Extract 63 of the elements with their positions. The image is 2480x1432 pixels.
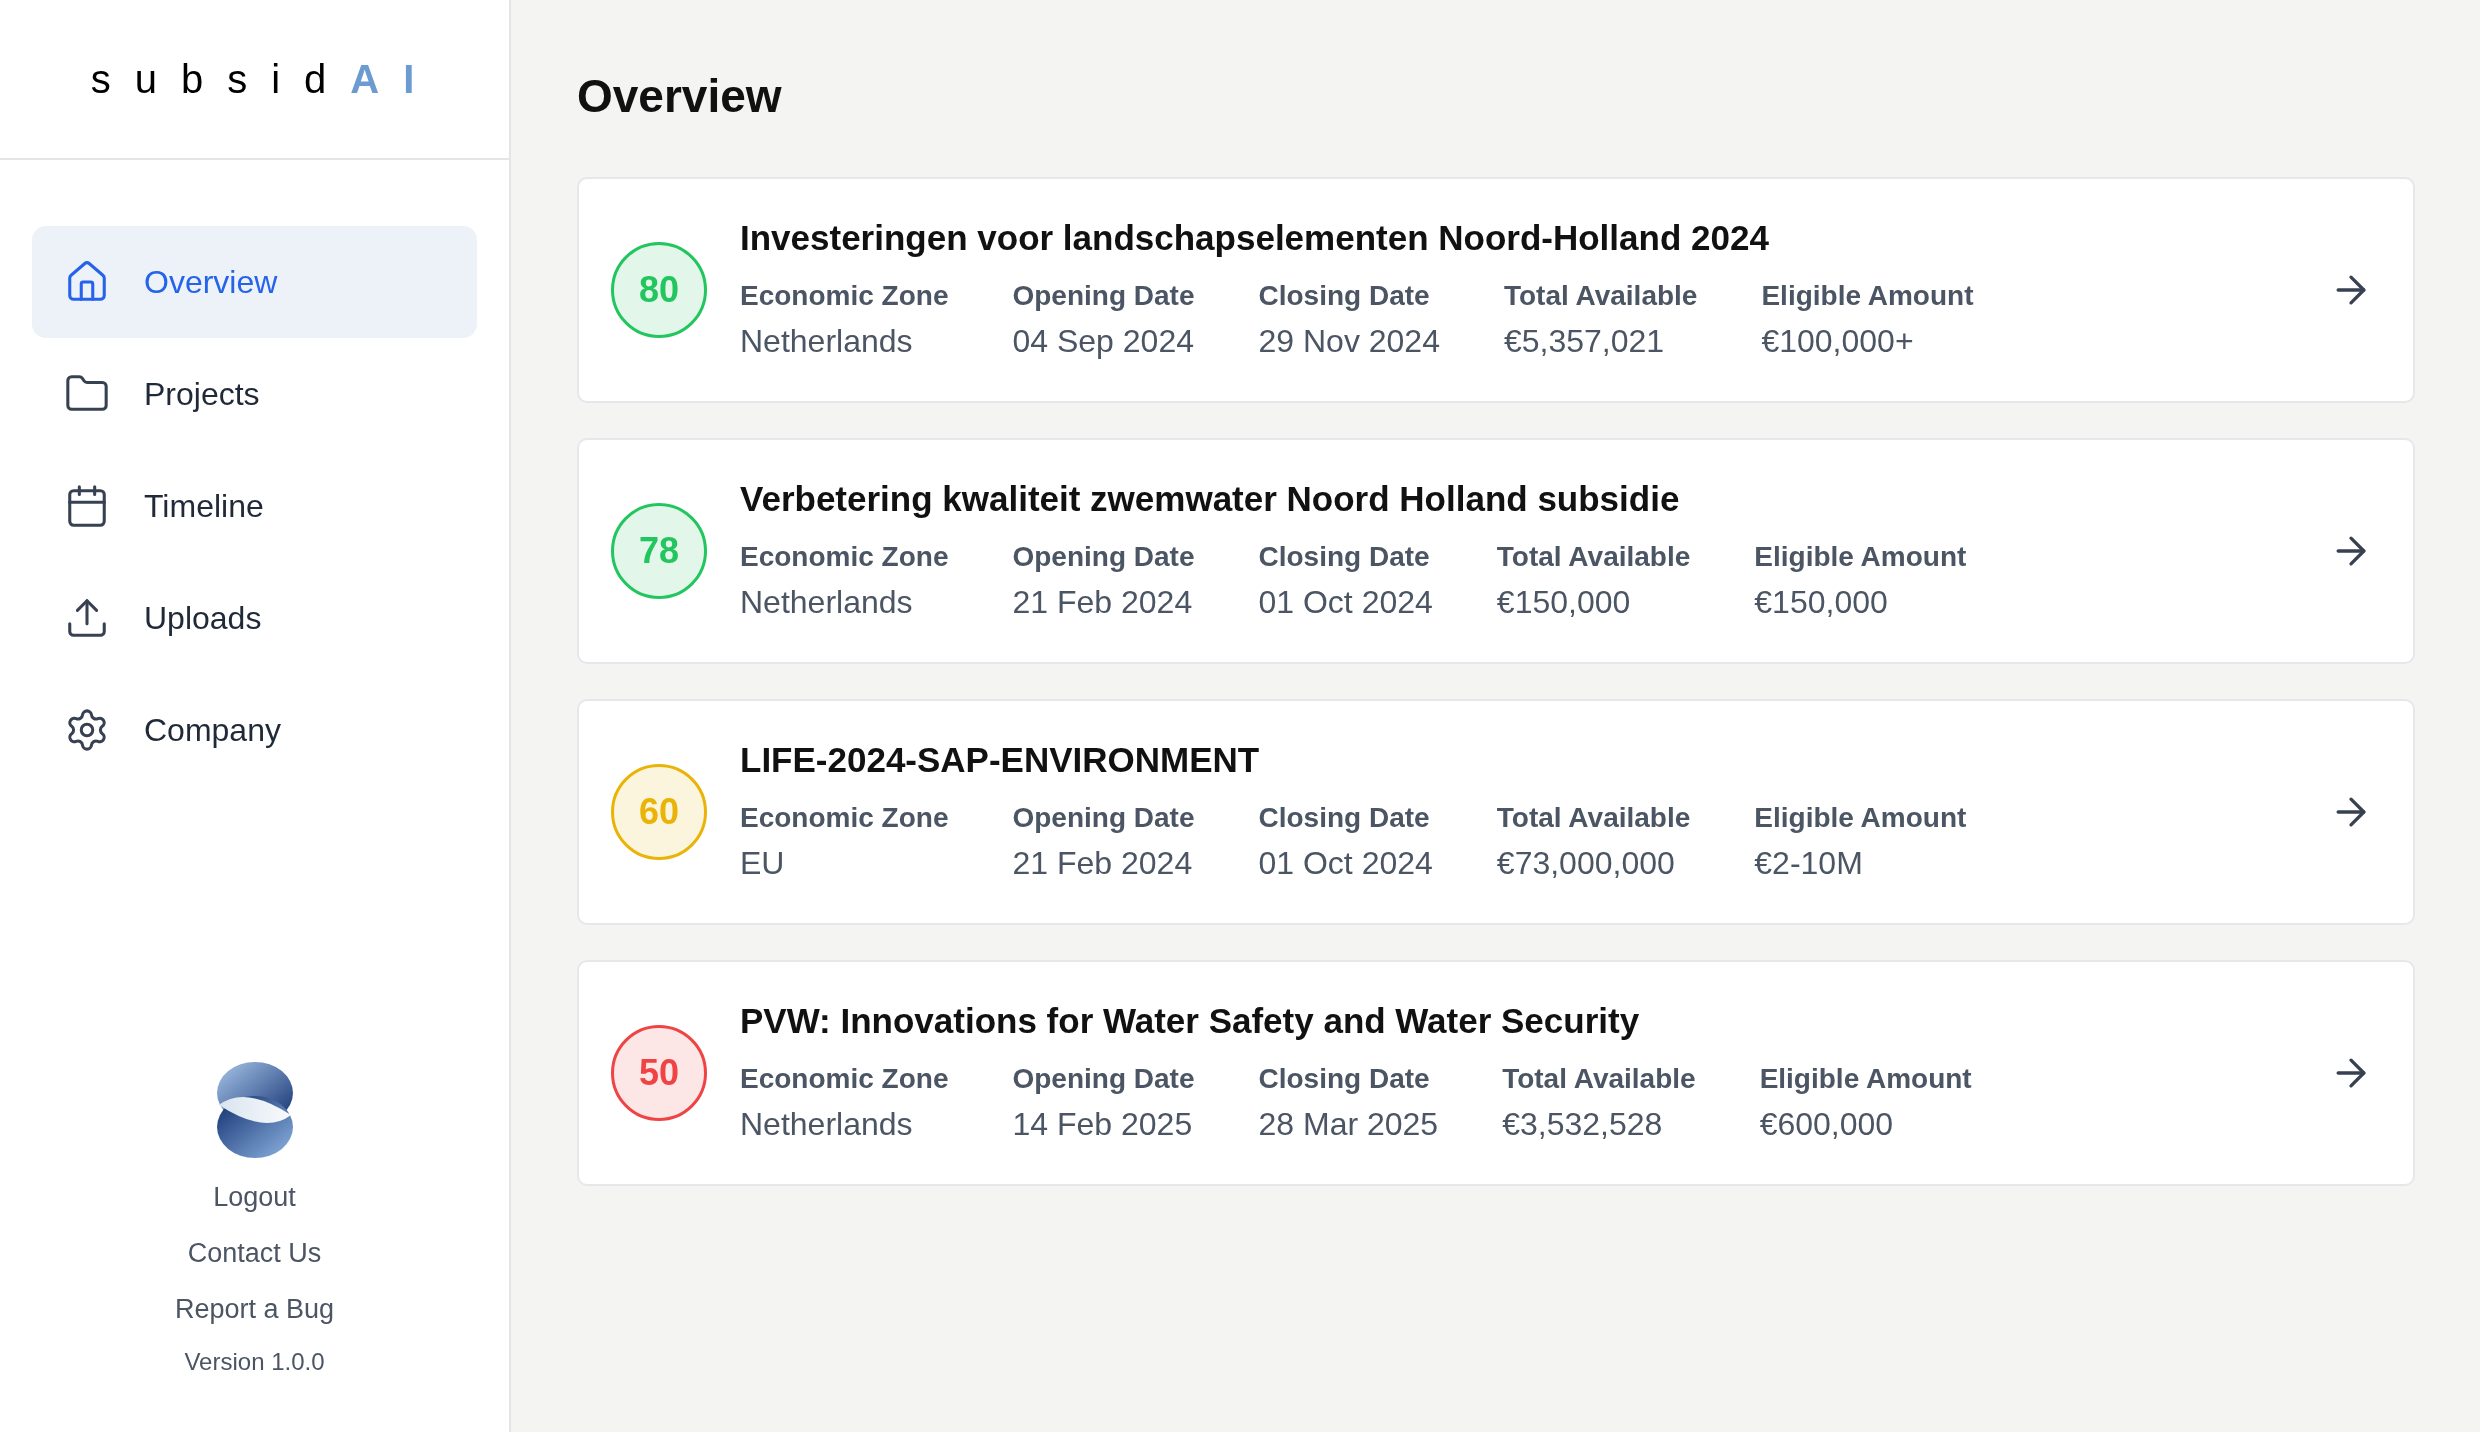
field-label: Closing Date: [1258, 1062, 1430, 1096]
field-label: Economic Zone: [740, 540, 949, 574]
field-value: Netherlands: [740, 583, 913, 622]
nav-item[interactable]: Uploads: [32, 562, 477, 674]
score-badge: 78: [611, 503, 707, 599]
page-title: Overview: [577, 69, 782, 124]
brand-wordmark: subsid AI: [89, 56, 439, 103]
grant-title: Verbetering kwaliteit zwemwater Noord Holland subsidie: [740, 478, 1680, 520]
grant-title: Investeringen voor landschapselementen Noord-Holland 2024: [740, 217, 1769, 259]
footer-link[interactable]: Report a Bug: [174, 1292, 335, 1326]
field-label: Opening Date: [1012, 1062, 1195, 1096]
field-value: €2-10M: [1754, 844, 1863, 883]
field-value: 21 Feb 2024: [1012, 844, 1193, 883]
field-value: €73,000,000: [1496, 844, 1675, 883]
nav-item[interactable]: Company: [32, 674, 477, 786]
field-label: Eligible Amount: [1754, 801, 1967, 835]
field-label: Closing Date: [1258, 540, 1430, 574]
field-label: Total Available: [1502, 1062, 1696, 1096]
field-value: 21 Feb 2024: [1012, 583, 1193, 622]
footer-link[interactable]: Contact Us: [187, 1236, 322, 1270]
score-badge: 60: [611, 764, 707, 860]
field-value: 01 Oct 2024: [1258, 583, 1433, 622]
field-value: 04 Sep 2024: [1012, 322, 1194, 361]
field-value: 14 Feb 2025: [1012, 1105, 1193, 1144]
grant-title: LIFE-2024-SAP-ENVIRONMENT: [740, 739, 1260, 781]
version-label: Version 1.0.0: [184, 1347, 325, 1377]
grant-card[interactable]: 50 PVW: Innovations for Water Safety and Water Security Economic Zone Netherlands Opening Date 14 Feb 2025 Closing Date 28 Mar 2025 Total Available €3,532,528 Eligible Amount €600,000: [577, 960, 2415, 1186]
score-badge: 50: [611, 1025, 707, 1121]
grant-card[interactable]: 80 Investeringen voor landschapselementen Noord-Holland 2024 Economic Zone Netherlands Opening Date 04 Sep 2024 Closing Date 29 Nov 2024 Total Available €5,357,021 Eligible Amount €100,000+: [577, 177, 2415, 403]
field-label: Economic Zone: [740, 1062, 949, 1096]
field-value: Netherlands: [740, 1105, 913, 1144]
field-label: Opening Date: [1012, 801, 1195, 835]
grant-title: PVW: Innovations for Water Safety and Water Security: [740, 1000, 1640, 1042]
field-label: Total Available: [1496, 540, 1691, 574]
field-value: 01 Oct 2024: [1258, 844, 1433, 883]
field-label: Opening Date: [1012, 540, 1195, 574]
field-label: Total Available: [1503, 279, 1698, 313]
grant-card[interactable]: 60 LIFE-2024-SAP-ENVIRONMENT Economic Zone EU Opening Date 21 Feb 2024 Closing Date 01 Oct 2024 Total Available €73,000,000 Eligible Amount €2-10M: [577, 699, 2415, 925]
nav-item[interactable]: Overview: [32, 226, 477, 338]
field-label: Economic Zone: [740, 279, 949, 313]
field-value: 29 Nov 2024: [1258, 322, 1440, 361]
nav-item[interactable]: Timeline: [32, 450, 477, 562]
field-value: €600,000: [1759, 1105, 1894, 1144]
field-value: €3,532,528: [1502, 1105, 1663, 1144]
field-value: €5,357,021: [1503, 322, 1665, 361]
field-value: EU: [740, 844, 785, 883]
field-label: Eligible Amount: [1759, 1062, 1972, 1096]
field-value: €150,000: [1754, 583, 1888, 622]
field-label: Total Available: [1496, 801, 1691, 835]
field-value: €100,000+: [1761, 322, 1914, 361]
field-label: Eligible Amount: [1761, 279, 1974, 313]
field-value: Netherlands: [740, 322, 913, 361]
field-value: €150,000: [1496, 583, 1631, 622]
nav-item[interactable]: Projects: [32, 338, 477, 450]
footer-link[interactable]: Logout: [213, 1180, 296, 1214]
field-label: Opening Date: [1012, 279, 1195, 313]
field-label: Economic Zone: [740, 801, 949, 835]
score-badge: 80: [611, 242, 707, 338]
field-label: Eligible Amount: [1754, 540, 1967, 574]
field-value: 28 Mar 2025: [1258, 1105, 1439, 1144]
field-label: Closing Date: [1258, 801, 1430, 835]
grant-card[interactable]: 78 Verbetering kwaliteit zwemwater Noord Holland subsidie Economic Zone Netherlands Opening Date 21 Feb 2024 Closing Date 01 Oct 2024 Total Available €150,000 Eligible Amount €150,000: [577, 438, 2415, 664]
field-label: Closing Date: [1258, 279, 1430, 313]
